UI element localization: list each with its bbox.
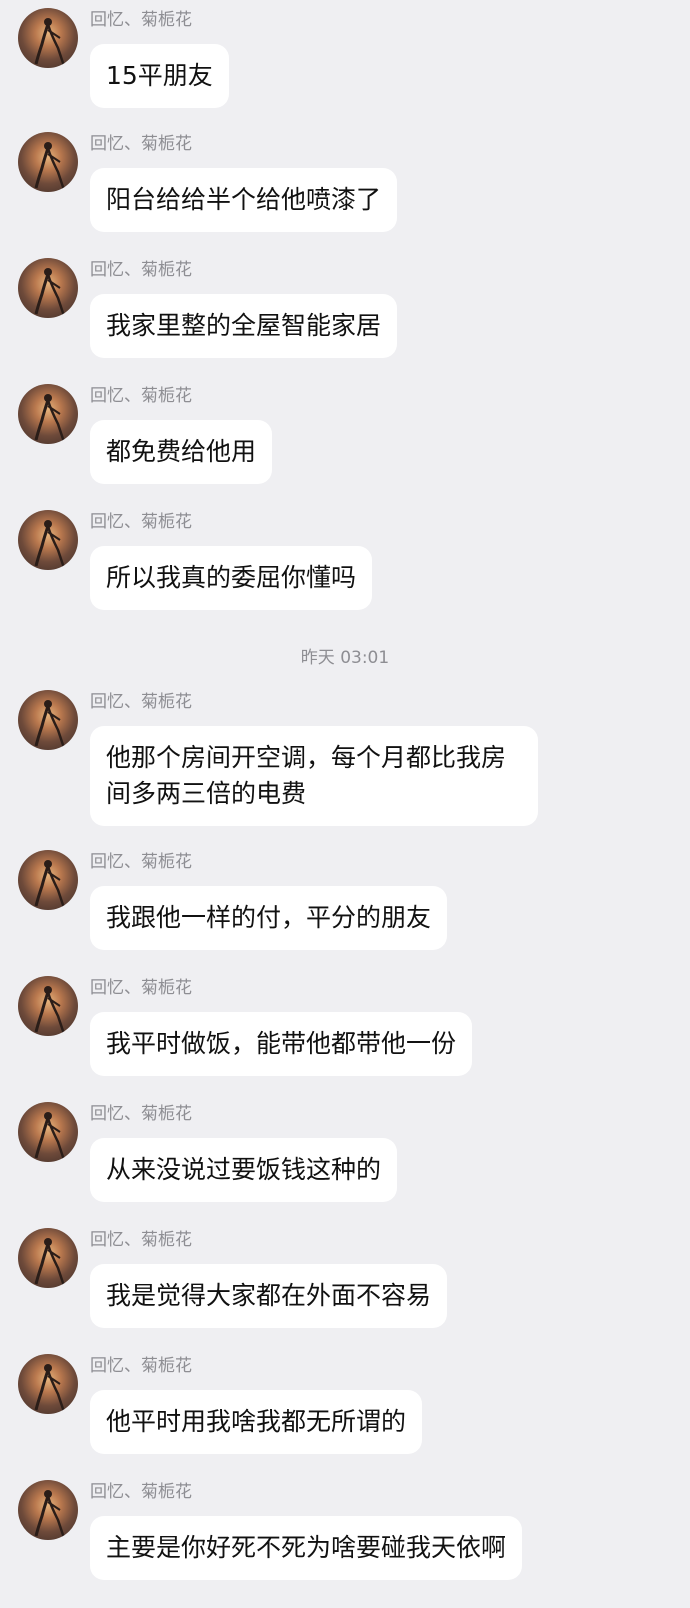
message-bubble[interactable]: 我家里整的全屋智能家居 bbox=[90, 294, 398, 358]
avatar-figure-icon bbox=[34, 1490, 66, 1539]
message-bubble[interactable]: 从来没说过要饭钱这种的 bbox=[90, 1138, 398, 1202]
message-bubble[interactable]: 主要是你好死不死为啥要碰我天依啊 bbox=[90, 1516, 523, 1580]
avatar-figure-icon bbox=[34, 18, 66, 67]
sender-name: 回忆、菊栀花 bbox=[90, 692, 192, 712]
avatar[interactable] bbox=[18, 1102, 78, 1162]
avatar[interactable] bbox=[18, 8, 78, 68]
avatar[interactable] bbox=[18, 850, 78, 910]
message-bubble[interactable]: 15平朋友 bbox=[90, 44, 229, 108]
avatar-figure-icon bbox=[34, 142, 66, 191]
chat-message-list[interactable]: 回忆、菊栀花 15平朋友 回忆、菊栀花 阳台给给半个给他喷漆了 回忆、菊栀花 我 bbox=[0, 0, 690, 1608]
message-bubble[interactable]: 所以我真的委屈你懂吗 bbox=[90, 546, 373, 610]
sender-name: 回忆、菊栀花 bbox=[90, 1482, 192, 1502]
sender-name: 回忆、菊栀花 bbox=[90, 10, 192, 30]
avatar-figure-icon bbox=[34, 860, 66, 909]
message-bubble[interactable]: 他那个房间开空调，每个月都比我房间多两三倍的电费 bbox=[90, 726, 538, 826]
avatar[interactable] bbox=[18, 1480, 78, 1540]
avatar-figure-icon bbox=[34, 268, 66, 317]
avatar[interactable] bbox=[18, 690, 78, 750]
message-bubble[interactable]: 阳台给给半个给他喷漆了 bbox=[90, 168, 398, 232]
message-bubble[interactable]: 我跟他一样的付，平分的朋友 bbox=[90, 886, 448, 950]
sender-name: 回忆、菊栀花 bbox=[90, 978, 192, 998]
message-bubble[interactable]: 我是觉得大家都在外面不容易 bbox=[90, 1264, 448, 1328]
sender-name: 回忆、菊栀花 bbox=[90, 512, 192, 532]
sender-name: 回忆、菊栀花 bbox=[90, 260, 192, 280]
avatar-figure-icon bbox=[34, 986, 66, 1035]
avatar-figure-icon bbox=[34, 700, 66, 749]
avatar[interactable] bbox=[18, 976, 78, 1036]
sender-name: 回忆、菊栀花 bbox=[90, 386, 192, 406]
avatar[interactable] bbox=[18, 258, 78, 318]
sender-name: 回忆、菊栀花 bbox=[90, 852, 192, 872]
message-bubble[interactable]: 我平时做饭，能带他都带他一份 bbox=[90, 1012, 473, 1076]
avatar[interactable] bbox=[18, 1354, 78, 1414]
avatar[interactable] bbox=[18, 384, 78, 444]
message-bubble[interactable]: 他平时用我啥我都无所谓的 bbox=[90, 1390, 423, 1454]
avatar[interactable] bbox=[18, 1228, 78, 1288]
sender-name: 回忆、菊栀花 bbox=[90, 1356, 192, 1376]
sender-name: 回忆、菊栀花 bbox=[90, 1230, 192, 1250]
avatar[interactable] bbox=[18, 510, 78, 570]
avatar-figure-icon bbox=[34, 1238, 66, 1287]
sender-name: 回忆、菊栀花 bbox=[90, 1104, 192, 1124]
avatar-figure-icon bbox=[34, 1112, 66, 1161]
avatar-figure-icon bbox=[34, 394, 66, 443]
timestamp-divider: 昨天 03:01 bbox=[300, 648, 390, 668]
avatar[interactable] bbox=[18, 132, 78, 192]
avatar-figure-icon bbox=[34, 520, 66, 569]
sender-name: 回忆、菊栀花 bbox=[90, 134, 192, 154]
avatar-figure-icon bbox=[34, 1364, 66, 1413]
message-bubble[interactable]: 都免费给他用 bbox=[90, 420, 273, 484]
